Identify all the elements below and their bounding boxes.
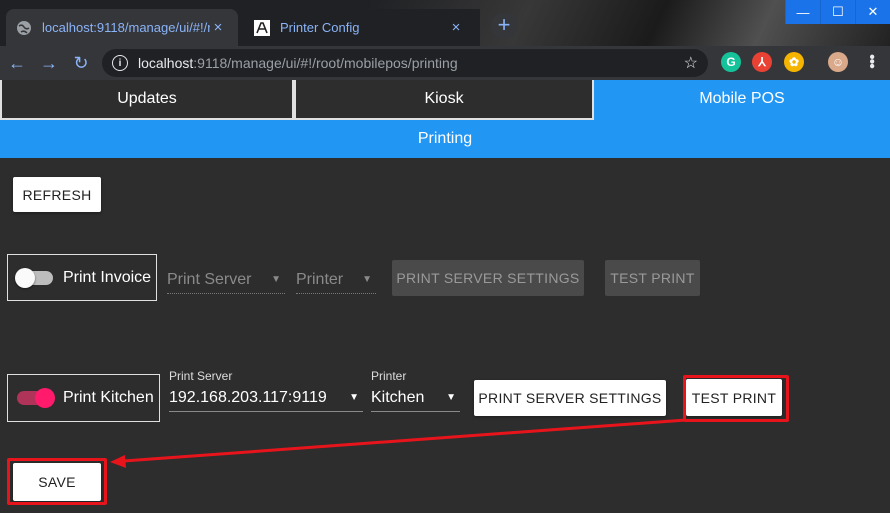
annotation-arrow bbox=[110, 418, 687, 468]
